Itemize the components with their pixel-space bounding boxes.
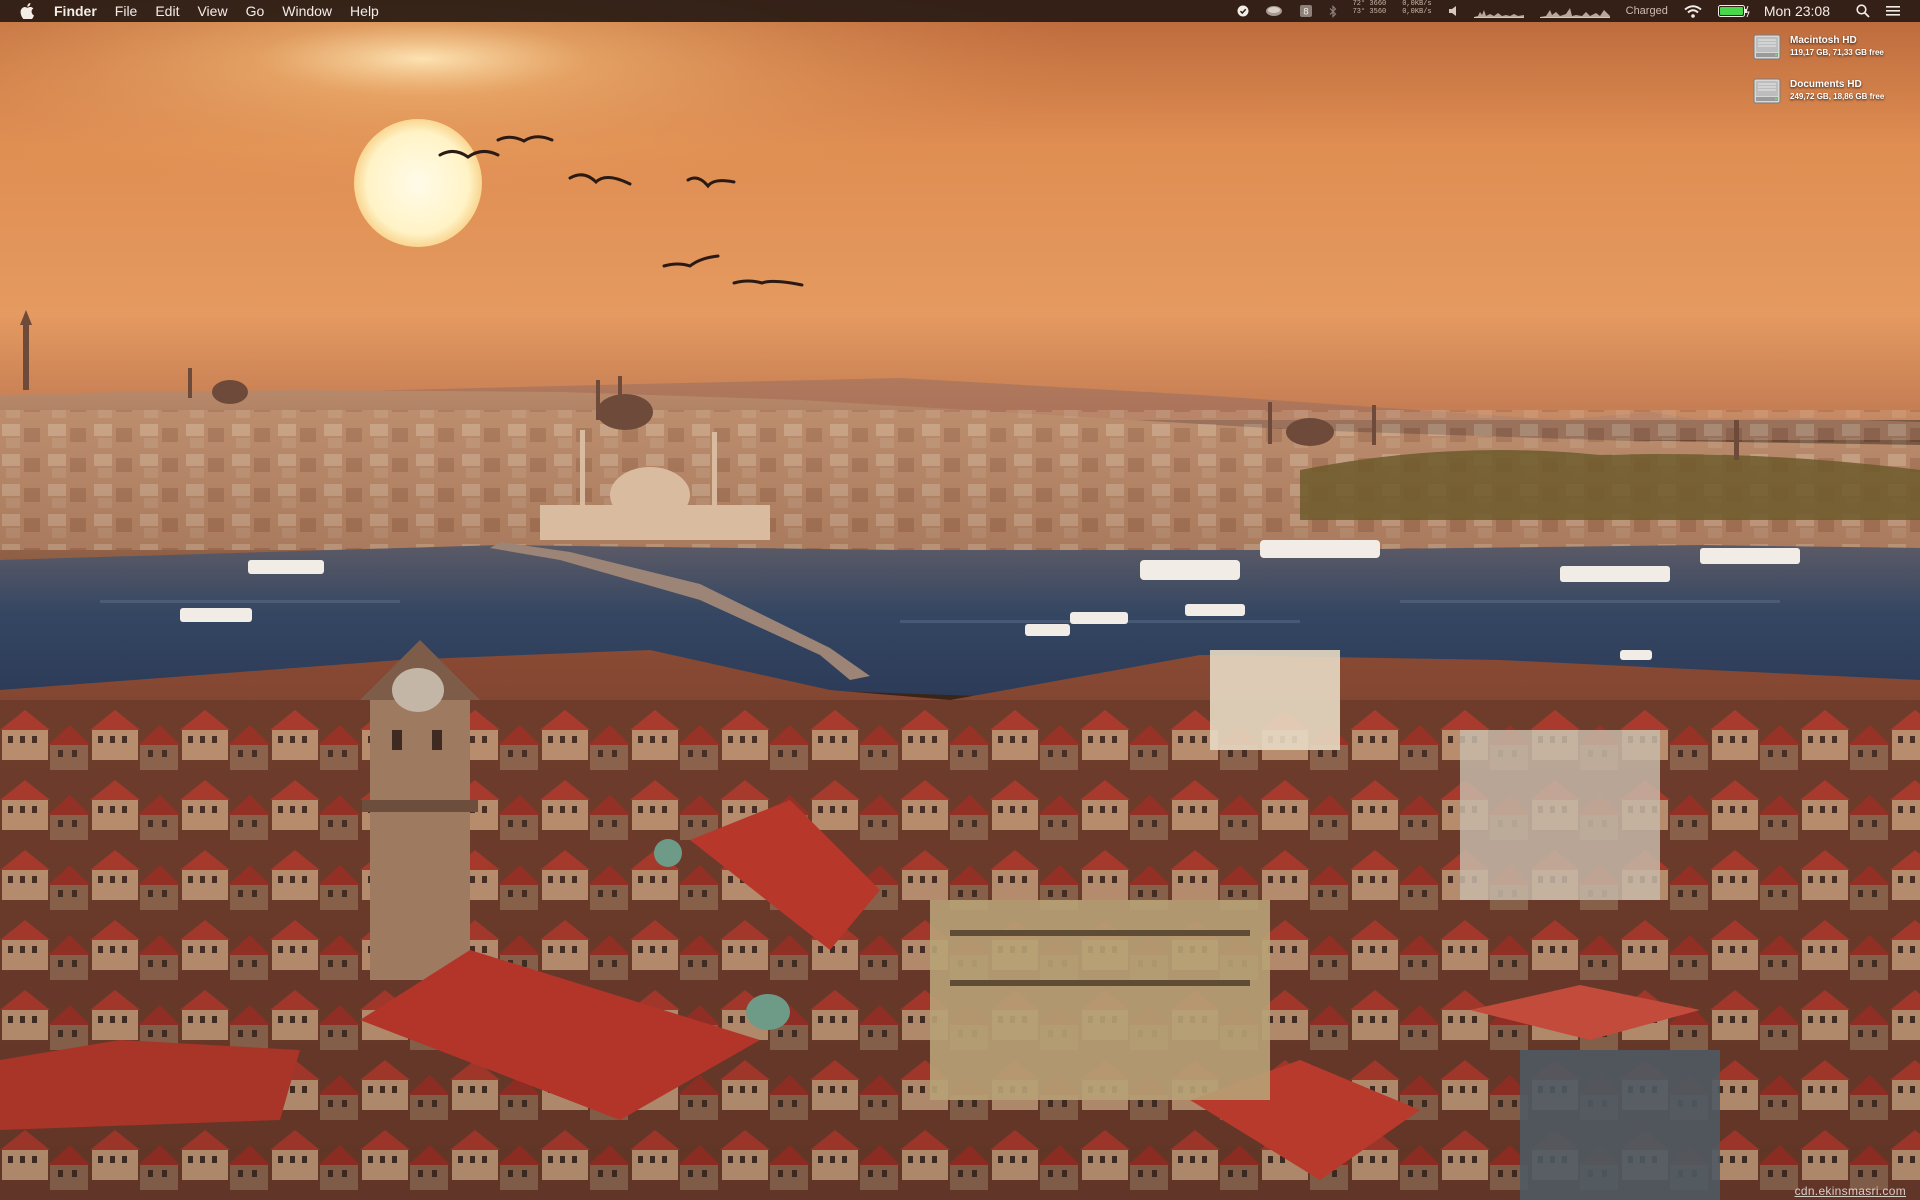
- wallpaper-watermark: cdn.ekinsmasri.com: [1794, 1184, 1906, 1198]
- list-icon[interactable]: [1886, 0, 1900, 22]
- network-speed-line-2: 0,0KB/s: [1402, 8, 1432, 16]
- menu-clock[interactable]: Mon 23:08: [1764, 0, 1830, 22]
- network-speed-readout[interactable]: 0,0KB/s 0,0KB/s: [1402, 0, 1431, 22]
- bluetooth-icon[interactable]: [1329, 0, 1337, 22]
- hard-drive-icon: [1752, 76, 1782, 106]
- drive-name: Macintosh HD: [1790, 35, 1857, 46]
- battery-icon[interactable]: [1717, 0, 1750, 22]
- menu-help[interactable]: Help: [341, 0, 388, 22]
- menu-app-name[interactable]: Finder: [54, 0, 106, 22]
- desktop-wallpaper: [0, 0, 1920, 1200]
- shield-icon[interactable]: 8: [1299, 0, 1313, 22]
- menu-edit[interactable]: Edit: [146, 0, 188, 22]
- menu-window[interactable]: Window: [273, 0, 341, 22]
- network-speed-line-1: 0,0KB/s: [1402, 0, 1432, 8]
- memory-graph-icon[interactable]: [1539, 0, 1610, 22]
- drive-name: Documents HD: [1790, 79, 1862, 90]
- cpu-graph-icon[interactable]: [1473, 0, 1524, 22]
- status-area: 8 72° 3660 73° 3560 0,0KB/s 0,0KB/s Char…: [1229, 0, 1920, 22]
- volume-icon[interactable]: [1448, 0, 1458, 22]
- wifi-icon[interactable]: [1684, 0, 1702, 22]
- menu-go[interactable]: Go: [237, 0, 274, 22]
- desktop-drive-documents-hd[interactable]: Documents HD 249,72 GB, 18,86 GB free: [1752, 76, 1912, 116]
- apple-icon[interactable]: [20, 3, 34, 19]
- menu-file[interactable]: File: [106, 0, 147, 22]
- drive-info: 249,72 GB, 18,86 GB free: [1790, 92, 1885, 101]
- menu-bar: Finder File Edit View Go Window Help 8 7…: [0, 0, 1920, 22]
- drive-icon[interactable]: [1265, 0, 1283, 22]
- battery-status-text[interactable]: Charged: [1626, 0, 1668, 22]
- temperature-line-1: 72° 3660: [1352, 0, 1387, 8]
- drive-info: 119,17 GB, 71,33 GB free: [1790, 48, 1884, 57]
- temperature-readout[interactable]: 72° 3660 73° 3560: [1353, 0, 1387, 22]
- checkmark-icon[interactable]: [1237, 0, 1249, 22]
- temperature-line-2: 73° 3560: [1352, 8, 1387, 16]
- search-icon[interactable]: [1856, 0, 1870, 22]
- menu-view[interactable]: View: [188, 0, 236, 22]
- hard-drive-icon: [1752, 32, 1782, 62]
- desktop-drive-macintosh-hd[interactable]: Macintosh HD 119,17 GB, 71,33 GB free: [1752, 32, 1912, 72]
- svg-text:8: 8: [1303, 8, 1309, 18]
